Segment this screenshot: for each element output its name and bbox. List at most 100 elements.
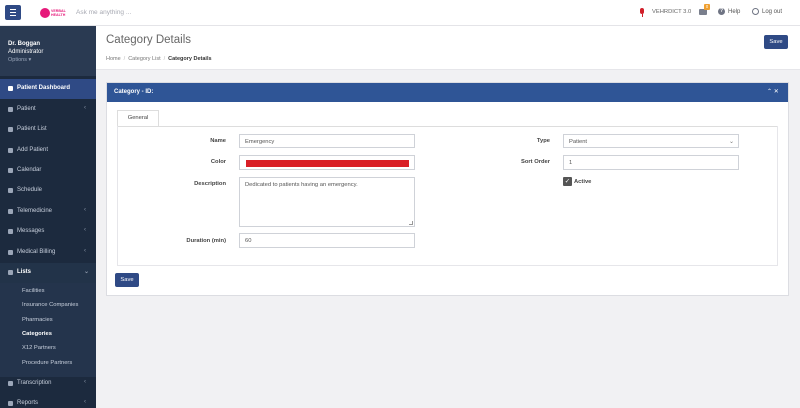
sidebar-item-medical-billing[interactable]: Medical Billing ‹ (0, 243, 96, 263)
chevron-left-icon: ‹ (84, 207, 86, 213)
version-label: VEHRDICT 3.0 (652, 9, 692, 15)
color-swatch (246, 160, 409, 167)
user-role: Administrator (8, 49, 44, 55)
sidebar-item-label: Patient (17, 106, 36, 112)
chevron-left-icon: ‹ (84, 105, 86, 111)
description-textarea[interactable]: Dedicated to patients having an emergenc… (239, 177, 415, 227)
card-collapse-close-icons[interactable]: ⌃ ✕ (767, 88, 779, 95)
sidebar-item-calendar[interactable]: Calendar (0, 161, 96, 181)
type-select[interactable]: Patient ⌄ (563, 134, 739, 148)
submenu-item-x12-partners[interactable]: X12 Partners (22, 345, 56, 351)
sidebar-item-lists[interactable]: Lists ⌄ (0, 263, 96, 283)
sidebar-item-transcription[interactable]: Transcription ‹ (0, 374, 96, 394)
users-icon (8, 127, 13, 132)
submenu-item-categories[interactable]: Categories (22, 331, 52, 337)
microphone-icon[interactable] (640, 8, 644, 17)
duration-field[interactable]: 60 (239, 233, 415, 248)
user-panel: Dr. Boggan Administrator Options ▾ (0, 26, 96, 76)
pencil-icon (8, 381, 13, 386)
resize-handle-icon[interactable] (409, 221, 413, 225)
breadcrumb-separator: / (123, 56, 126, 62)
reports-icon (8, 401, 13, 406)
sidebar-item-patient[interactable]: Patient ‹ (0, 100, 96, 120)
lists-submenu: Facilities Insurance Companies Pharmacie… (0, 283, 96, 377)
sidebar-item-label: Patient List (17, 126, 47, 132)
user-options-dropdown[interactable]: Options ▾ (8, 57, 31, 63)
duration-label: Duration (min) (186, 238, 226, 244)
sidebar-item-add-patient[interactable]: Add Patient (0, 141, 96, 161)
save-button-top[interactable]: Save (764, 35, 788, 49)
logo-mark-icon (40, 8, 50, 18)
sidebar-item-label: Medical Billing (17, 249, 56, 255)
sidebar-item-messages[interactable]: Messages ‹ (0, 222, 96, 242)
tab-general[interactable]: General (117, 110, 159, 126)
sidebar-item-label: Patient Dashboard (17, 85, 71, 91)
user-name: Dr. Boggan (8, 41, 41, 47)
chevron-left-icon: ‹ (84, 379, 86, 385)
hamburger-icon-line (10, 15, 16, 16)
active-label: Active (574, 179, 592, 185)
submenu-item-procedure-partners[interactable]: Procedure Partners (22, 360, 72, 366)
active-checkbox[interactable]: ✓ (563, 177, 572, 186)
sidebar: Dr. Boggan Administrator Options ▾ Patie… (0, 26, 96, 408)
card-title: Category - ID: (114, 89, 154, 95)
page-header: Category Details Home / Category List / Cate… (96, 26, 800, 70)
card-header: Category - ID: ⌃ ✕ (107, 83, 788, 102)
help-link[interactable]: Help (728, 9, 740, 15)
category-card: Category - ID: ⌃ ✕ General Name Emergenc… (106, 82, 789, 296)
hamburger-menu-button[interactable] (5, 5, 21, 20)
search-input[interactable]: Ask me anything ... (76, 9, 131, 16)
sidebar-item-label: Transcription (17, 380, 52, 386)
hamburger-icon-line (10, 12, 16, 13)
sidebar-item-label: Lists (17, 269, 32, 275)
name-label: Name (210, 138, 226, 144)
color-picker[interactable] (239, 155, 415, 170)
breadcrumb: Home / Category List / Category Details (106, 56, 212, 62)
envelope-icon (8, 229, 13, 234)
breadcrumb-separator: / (163, 56, 166, 62)
sidebar-item-label: Add Patient (17, 147, 49, 153)
calendar-icon (8, 168, 13, 173)
top-bar: VERBAL HEALTH Ask me anything ... VEHRDIC… (0, 0, 800, 26)
submenu-item-insurance-companies[interactable]: Insurance Companies (22, 302, 78, 308)
microphone-icon-stem (641, 14, 643, 17)
sort-order-label: Sort Order (521, 159, 550, 165)
sidebar-item-label: Calendar (17, 167, 42, 173)
power-icon[interactable] (752, 8, 759, 15)
sidebar-item-patient-list[interactable]: Patient List (0, 120, 96, 140)
sidebar-item-label: Reports (17, 400, 39, 406)
sidebar-item-patient-dashboard[interactable]: Patient Dashboard (0, 79, 96, 99)
sidebar-item-telemedicine[interactable]: Telemedicine ‹ (0, 202, 96, 222)
chevron-left-icon: ‹ (84, 248, 86, 254)
page-title: Category Details (106, 34, 192, 46)
chevron-down-icon: ⌄ (84, 269, 90, 275)
video-icon (8, 209, 13, 214)
sidebar-item-label: Telemedicine (17, 208, 53, 214)
logo-text: VERBAL HEALTH (51, 9, 66, 17)
help-icon[interactable]: ? (718, 8, 725, 15)
sidebar-item-reports[interactable]: Reports ‹ (0, 394, 96, 408)
breadcrumb-home[interactable]: Home (106, 56, 121, 62)
sort-order-field[interactable]: 1 (563, 155, 739, 170)
color-label: Color (210, 159, 226, 165)
app-logo[interactable]: VERBAL HEALTH (40, 8, 66, 18)
name-field[interactable]: Emergency (239, 134, 415, 148)
save-button-bottom[interactable]: Save (115, 273, 139, 287)
sidebar-item-label: Messages (17, 228, 45, 234)
schedule-icon (8, 188, 13, 193)
breadcrumb-current: Category Details (168, 56, 212, 62)
submenu-item-pharmacies[interactable]: Pharmacies (22, 317, 53, 323)
breadcrumb-category-list[interactable]: Category List (128, 56, 160, 62)
logout-link[interactable]: Log out (762, 9, 782, 15)
general-form: Name Emergency Color Description Dedicat… (117, 126, 778, 266)
chevron-left-icon: ‹ (84, 227, 86, 233)
sidebar-item-schedule[interactable]: Schedule (0, 181, 96, 201)
user-icon (8, 107, 13, 112)
sidebar-item-label: Schedule (17, 187, 43, 193)
notification-badge: 0 (704, 4, 710, 10)
submenu-item-facilities[interactable]: Facilities (22, 288, 45, 294)
user-plus-icon (8, 148, 13, 153)
billing-icon (8, 250, 13, 255)
description-label: Description (194, 181, 226, 187)
chevron-down-icon: ⌄ (728, 139, 734, 145)
